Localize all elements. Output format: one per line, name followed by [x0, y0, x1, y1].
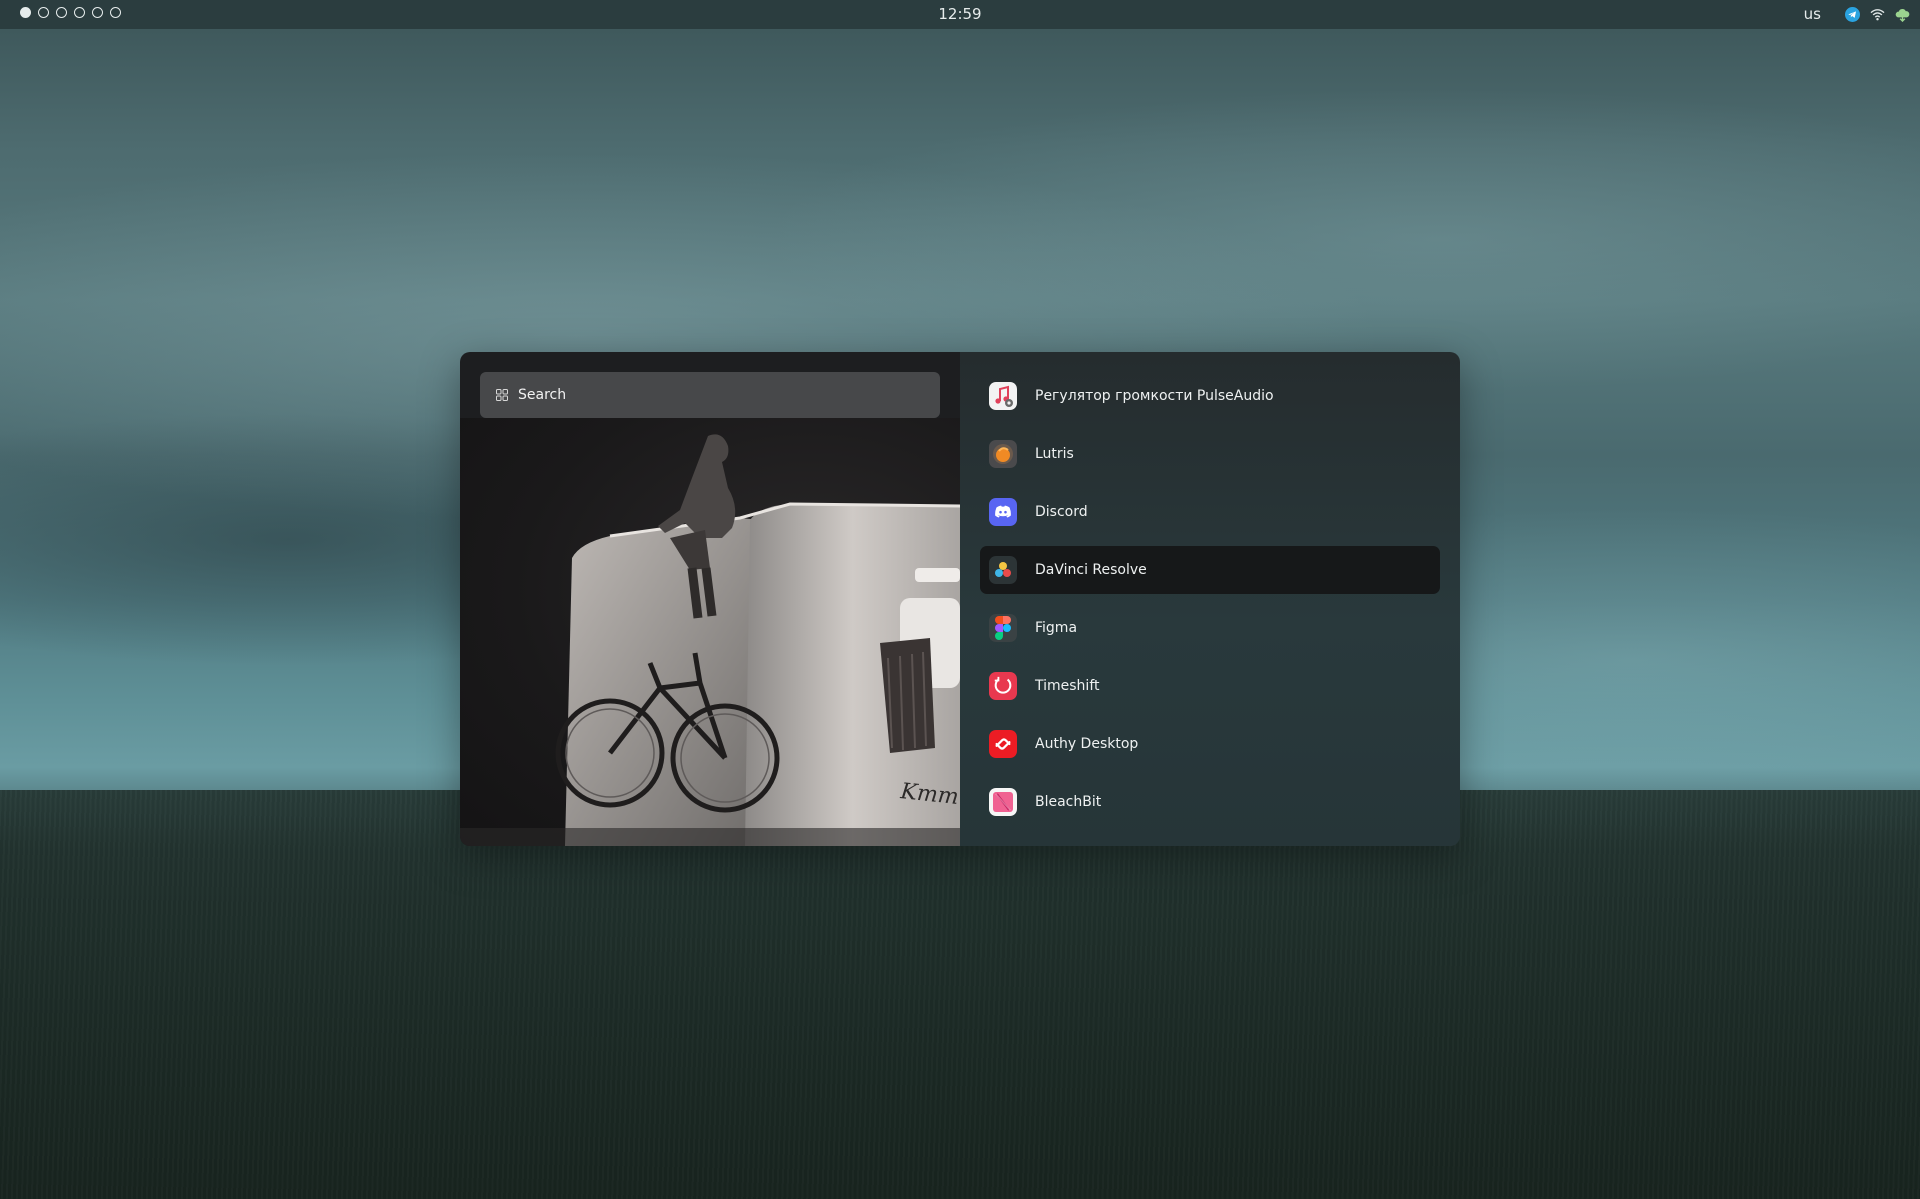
figma-icon — [989, 614, 1017, 642]
app-item-bleachbit[interactable]: BleachBit — [980, 778, 1440, 826]
wifi-icon[interactable] — [1870, 7, 1885, 22]
launcher-artwork: Kmm — [460, 418, 960, 846]
app-item-davinci-resolve[interactable]: DaVinci Resolve — [980, 546, 1440, 594]
system-tray: us — [1804, 5, 1910, 23]
authy-icon — [989, 730, 1017, 758]
app-item-figma[interactable]: Figma — [980, 604, 1440, 652]
launcher-left-pane: Kmm — [460, 352, 960, 846]
app-item-timeshift[interactable]: Timeshift — [980, 662, 1440, 710]
lutris-icon — [989, 440, 1017, 468]
pulseaudio-icon — [989, 382, 1017, 410]
search-input[interactable] — [518, 387, 898, 403]
app-item-pulseaudio[interactable]: Регулятор громкости PulseAudio — [980, 372, 1440, 420]
grid-icon — [496, 389, 508, 401]
app-label: Authy Desktop — [1035, 736, 1139, 752]
keyboard-layout[interactable]: us — [1804, 5, 1821, 23]
telegram-icon[interactable] — [1845, 6, 1860, 22]
app-label: Figma — [1035, 620, 1078, 636]
app-launcher: Kmm Регулятор громкости PulseAudio Lutri… — [460, 352, 1460, 846]
app-item-discord[interactable]: Discord — [980, 488, 1440, 536]
search-bar[interactable] — [480, 372, 940, 418]
timeshift-icon — [989, 672, 1017, 700]
app-label: Регулятор громкости PulseAudio — [1035, 388, 1274, 404]
app-label: Timeshift — [1035, 678, 1100, 694]
bleachbit-icon — [989, 788, 1017, 816]
app-item-authy[interactable]: Authy Desktop — [980, 720, 1440, 768]
app-item-lutris[interactable]: Lutris — [980, 430, 1440, 478]
app-label: Discord — [1035, 504, 1088, 520]
launcher-app-list-pane: Регулятор громкости PulseAudio Lutris Di… — [960, 352, 1460, 846]
app-label: BleachBit — [1035, 794, 1102, 810]
cloud-icon[interactable] — [1895, 7, 1910, 22]
wallpaper-grass — [0, 790, 1920, 1199]
app-label: Lutris — [1035, 446, 1074, 462]
top-bar: 12:59 us — [0, 0, 1920, 29]
discord-icon — [989, 498, 1017, 526]
app-label: DaVinci Resolve — [1035, 562, 1147, 578]
clock[interactable]: 12:59 — [0, 5, 1920, 23]
app-list: Регулятор громкости PulseAudio Lutris Di… — [980, 372, 1440, 826]
davinci-resolve-icon — [989, 556, 1017, 584]
